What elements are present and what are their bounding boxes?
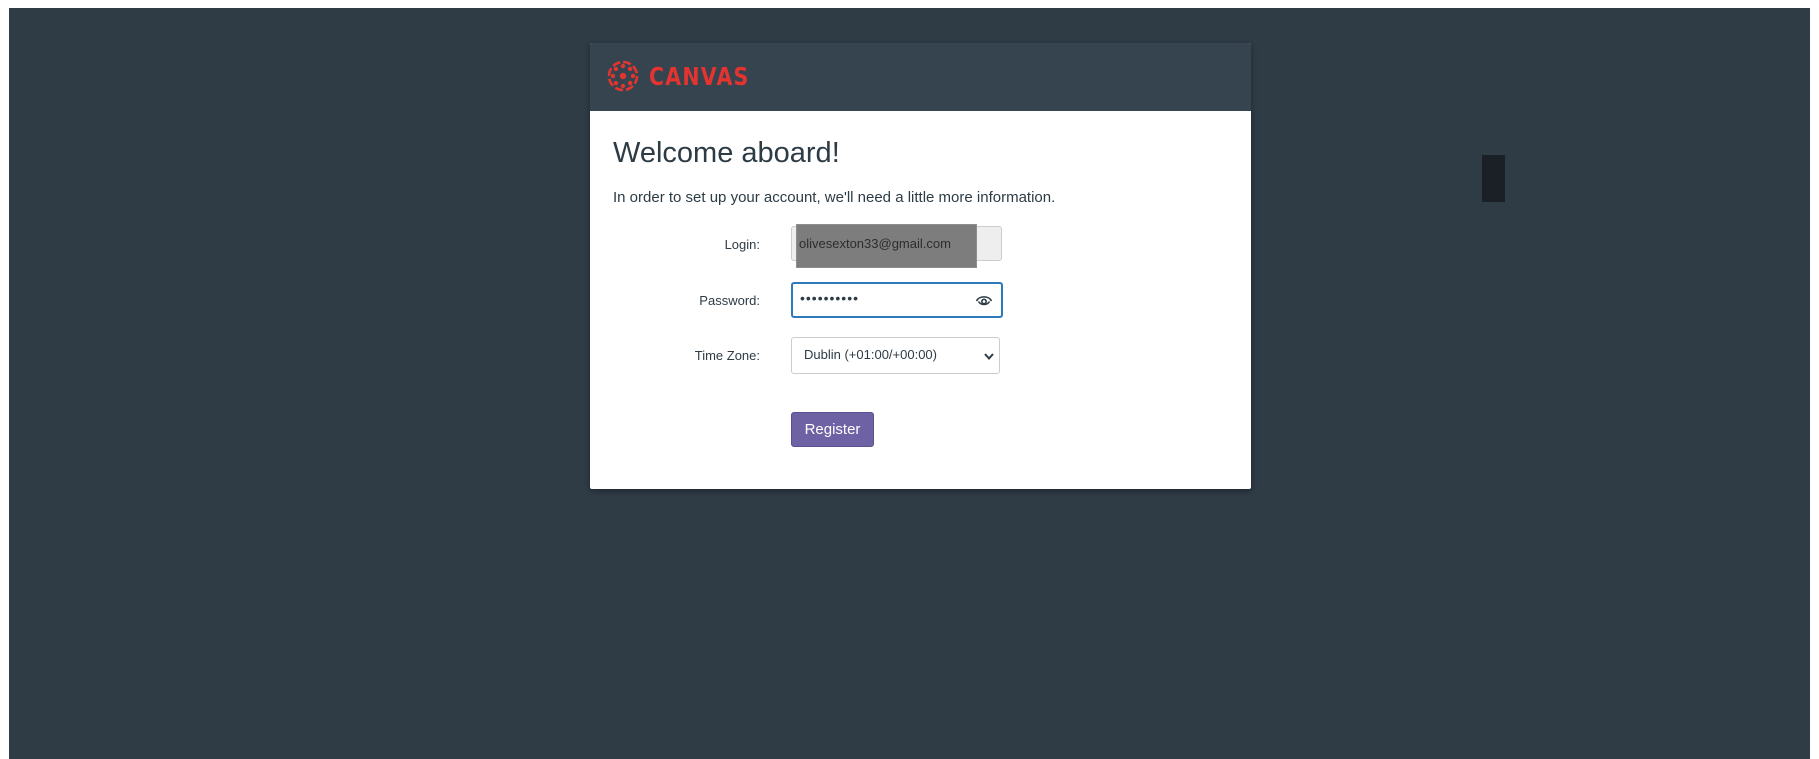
- password-label: Password:: [699, 293, 760, 308]
- card-body: Welcome aboard! In order to set up your …: [590, 111, 1251, 489]
- password-value: ••••••••••: [800, 290, 860, 306]
- eye-icon[interactable]: [975, 292, 993, 308]
- canvas-logo-icon: [607, 60, 639, 92]
- registration-card: CANVAS Welcome aboard! In order to set u…: [590, 43, 1251, 489]
- password-input[interactable]: ••••••••••: [791, 282, 1003, 318]
- canvas-logo[interactable]: CANVAS: [607, 60, 772, 92]
- page-background: CANVAS Welcome aboard! In order to set u…: [9, 8, 1810, 759]
- login-field[interactable]: olivesexton33@gmail.com: [791, 224, 1002, 268]
- login-value: olivesexton33@gmail.com: [799, 236, 951, 251]
- page-title: Welcome aboard!: [613, 137, 840, 169]
- login-label: Login:: [724, 237, 760, 252]
- timezone-select[interactable]: Dublin (+01:00/+00:00): [791, 337, 1000, 374]
- register-button[interactable]: Register: [791, 412, 874, 447]
- chevron-down-icon: [984, 353, 994, 361]
- canvas-wordmark: CANVAS: [649, 61, 750, 91]
- timezone-label: Time Zone:: [694, 348, 760, 363]
- timezone-value: Dublin (+01:00/+00:00): [804, 347, 937, 362]
- intro-text: In order to set up your account, we'll n…: [613, 189, 1056, 206]
- card-header: CANVAS: [590, 43, 1251, 111]
- overlay-block: [1482, 155, 1505, 202]
